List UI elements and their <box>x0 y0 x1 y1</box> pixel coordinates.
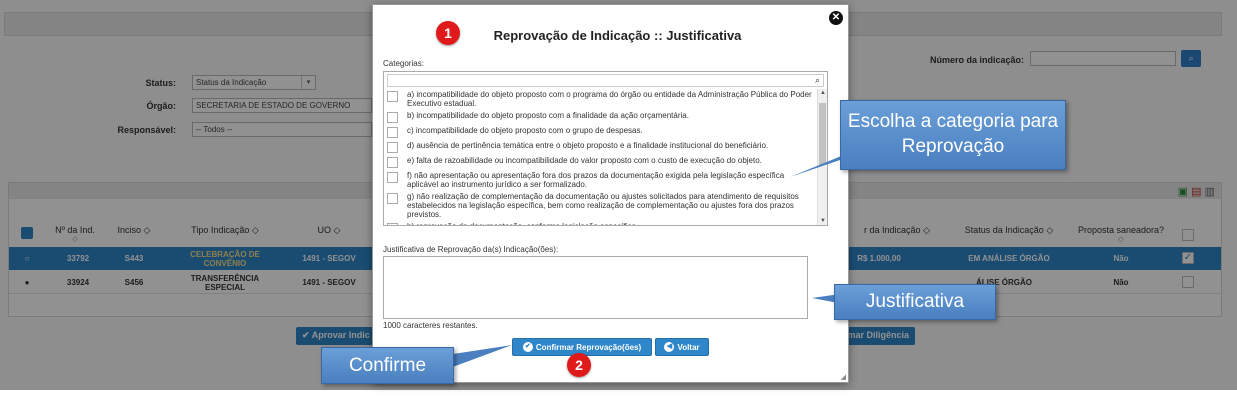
category-item[interactable]: g) não realização de complementação da d… <box>384 191 817 221</box>
category-label: e) falta de razoabilidade ou incompatibi… <box>407 156 762 165</box>
chars-remaining-text: 1000 caracteres restantes. <box>383 321 478 330</box>
category-item[interactable]: e) falta de razoabilidade ou incompatibi… <box>384 155 817 170</box>
check-circle-icon: ✔ <box>522 342 533 352</box>
category-label: b) incompatibilidade do objeto proposto … <box>407 111 689 120</box>
page-bottom-strip <box>0 390 1237 401</box>
category-checkbox[interactable] <box>387 127 398 138</box>
categories-list: a) incompatibilidade do objeto proposto … <box>384 89 817 225</box>
category-item[interactable]: b) incompatibilidade do objeto proposto … <box>384 110 817 125</box>
categories-label: Categorias: <box>383 59 424 68</box>
category-item[interactable]: h) reprovação da documentação, conforme … <box>384 221 817 225</box>
categories-listbox: ⌕ a) incompatibilidade do objeto propost… <box>383 71 828 226</box>
category-item[interactable]: c) incompatibilidade do objeto proposto … <box>384 125 817 140</box>
category-checkbox[interactable] <box>387 193 398 204</box>
categories-scrollbar[interactable]: ▲ ▼ <box>817 89 827 225</box>
confirm-button-label: Confirmar Reprovação(ões) <box>535 342 642 352</box>
category-checkbox[interactable] <box>387 112 398 123</box>
category-label: h) reprovação da documentação, conforme … <box>407 222 638 225</box>
reprovacao-modal: Reprovação de Indicação :: Justificativa… <box>372 4 849 383</box>
voltar-button[interactable]: ◀ Voltar <box>655 338 709 356</box>
category-label: g) não realização de complementação da d… <box>407 192 799 219</box>
categoria-callout: Escolha a categoria para Reprovação <box>840 100 1066 170</box>
category-checkbox[interactable] <box>387 157 398 168</box>
step-1-badge: 1 <box>436 21 460 45</box>
search-icon: ⌕ <box>814 75 820 85</box>
categories-search-input[interactable]: ⌕ <box>387 74 824 87</box>
scroll-up-icon[interactable]: ▲ <box>818 90 828 96</box>
category-item[interactable]: a) incompatibilidade do objeto proposto … <box>384 89 817 110</box>
category-checkbox[interactable] <box>387 172 398 183</box>
category-item[interactable]: f) não apresentação ou apresentação fora… <box>384 170 817 191</box>
step-2-badge: 2 <box>567 353 591 377</box>
close-icon[interactable]: ✕ <box>829 11 843 25</box>
scroll-down-icon[interactable]: ▼ <box>818 218 828 224</box>
category-label: c) incompatibilidade do objeto proposto … <box>407 126 643 135</box>
category-checkbox[interactable] <box>387 91 398 102</box>
category-checkbox[interactable] <box>387 223 398 225</box>
justificativa-label: Justificativa de Reprovação da(s) Indica… <box>383 245 559 254</box>
justificativa-callout: Justificativa <box>834 284 996 320</box>
justificativa-textarea[interactable] <box>383 256 808 319</box>
category-label: f) não apresentação ou apresentação fora… <box>407 171 785 189</box>
category-checkbox[interactable] <box>387 142 398 153</box>
voltar-button-label: Voltar <box>677 342 700 352</box>
category-item[interactable]: d) ausência de pertinência temática entr… <box>384 140 817 155</box>
confirme-callout: Confirme <box>321 347 454 384</box>
category-label: a) incompatibilidade do objeto proposto … <box>407 90 812 108</box>
scrollbar-thumb[interactable] <box>819 103 826 165</box>
category-label: d) ausência de pertinência temática entr… <box>407 141 769 150</box>
resize-handle-icon[interactable]: ◢ <box>841 373 846 381</box>
arrow-left-circle-icon: ◀ <box>664 342 675 352</box>
